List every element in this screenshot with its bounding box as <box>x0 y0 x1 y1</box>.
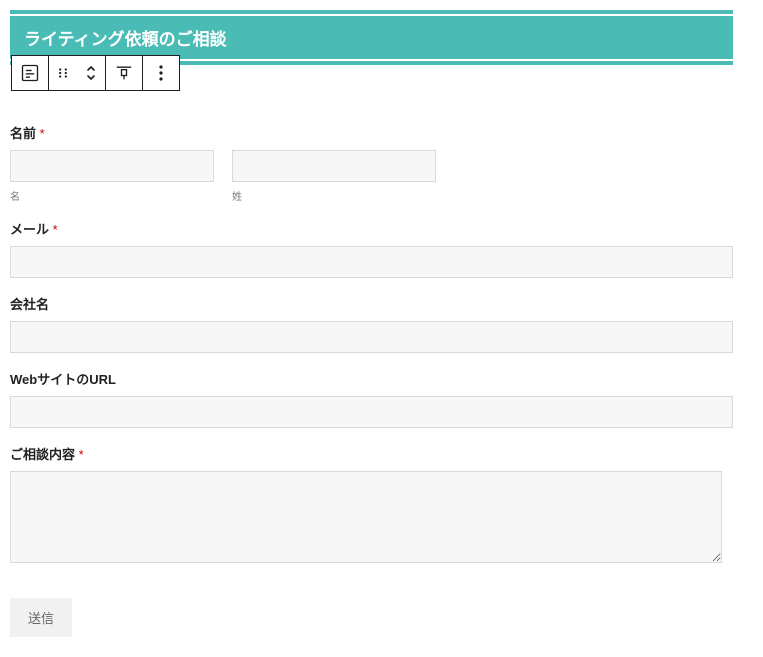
name-label: 名前 * <box>10 123 733 142</box>
first-name-input[interactable] <box>10 150 214 182</box>
drag-handle-button[interactable] <box>49 56 77 90</box>
field-email: メール * <box>10 219 733 278</box>
align-button[interactable] <box>106 56 142 90</box>
required-mark: * <box>40 126 45 141</box>
move-up-down-button[interactable] <box>77 56 105 90</box>
required-mark: * <box>53 222 58 237</box>
contact-form: 名前 * 名 姓 メール * 会社名 <box>10 123 733 637</box>
field-company: 会社名 <box>10 294 733 353</box>
required-mark: * <box>79 447 84 462</box>
message-textarea[interactable] <box>10 471 722 563</box>
first-name-sublabel: 名 <box>10 188 214 203</box>
last-name-sublabel: 姓 <box>232 188 436 203</box>
block-toolbar <box>11 55 180 91</box>
field-name: 名前 * 名 姓 <box>10 123 733 203</box>
company-label: 会社名 <box>10 294 733 313</box>
company-input[interactable] <box>10 321 733 353</box>
more-options-button[interactable] <box>143 56 179 90</box>
block-type-button[interactable] <box>12 56 48 90</box>
message-label: ご相談内容 * <box>10 444 733 463</box>
website-input[interactable] <box>10 396 733 428</box>
field-website: WebサイトのURL <box>10 369 733 428</box>
website-label: WebサイトのURL <box>10 369 733 388</box>
field-message: ご相談内容 * <box>10 444 733 568</box>
last-name-input[interactable] <box>232 150 436 182</box>
email-label: メール * <box>10 219 733 238</box>
submit-button[interactable]: 送信 <box>10 598 72 637</box>
email-input[interactable] <box>10 246 733 278</box>
heading-title[interactable]: ライティング依頼のご相談 <box>10 16 733 59</box>
